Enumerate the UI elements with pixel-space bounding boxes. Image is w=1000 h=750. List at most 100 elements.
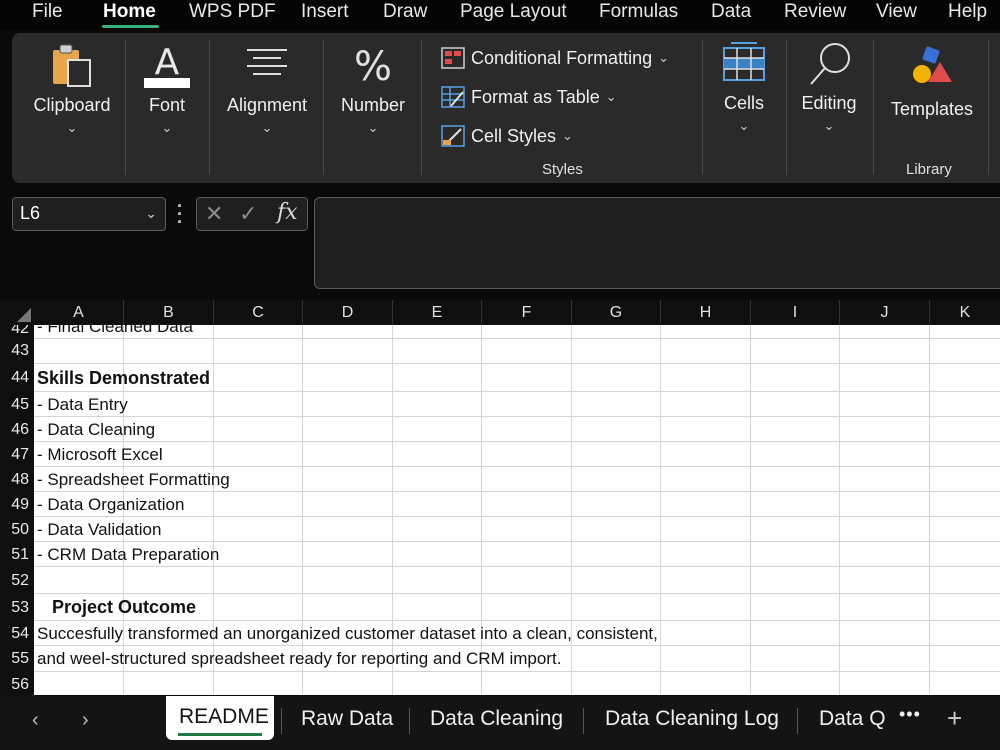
chevron-left-icon[interactable]: ‹ bbox=[32, 709, 39, 732]
row-header[interactable]: 53 bbox=[0, 593, 34, 620]
ribbon-divider bbox=[988, 40, 989, 175]
more-vertical-icon[interactable]: · · · bbox=[177, 197, 183, 231]
name-box[interactable]: L6 ⌄ bbox=[12, 197, 166, 231]
cell-text: - CRM Data Preparation bbox=[37, 545, 220, 564]
row-header[interactable]: 52 bbox=[0, 566, 34, 593]
cell-text: - Microsoft Excel bbox=[37, 445, 163, 464]
cell-styles-button[interactable]: Cell Styles ⌄ bbox=[441, 123, 573, 149]
menu-formulas[interactable]: Formulas bbox=[599, 0, 678, 24]
row-header[interactable]: 48 bbox=[0, 466, 34, 491]
ribbon-divider bbox=[323, 40, 324, 175]
sheet-tab-data-q[interactable]: Data Q bbox=[819, 707, 886, 731]
svg-text:%: % bbox=[354, 44, 392, 90]
align-center-icon bbox=[247, 49, 287, 75]
cell-text: - Data Validation bbox=[37, 520, 162, 539]
chevron-right-icon[interactable]: › bbox=[82, 709, 89, 732]
column-header[interactable]: K bbox=[930, 300, 1000, 325]
cells-label: Cells bbox=[723, 93, 764, 113]
chevron-down-icon[interactable]: ⌄ bbox=[145, 205, 157, 222]
clipboard-icon bbox=[53, 44, 91, 87]
active-menu-indicator bbox=[102, 25, 159, 28]
cell-styles-icon bbox=[441, 125, 465, 147]
ribbon-divider bbox=[786, 40, 787, 175]
column-header[interactable]: I bbox=[751, 300, 840, 325]
library-group-label: Library bbox=[906, 161, 952, 178]
menu-file[interactable]: File bbox=[32, 0, 63, 24]
font-color-icon: A bbox=[144, 42, 190, 88]
sheet-tab-data-cleaning[interactable]: Data Cleaning bbox=[430, 707, 563, 731]
row-header[interactable]: 50 bbox=[0, 516, 34, 541]
editing-button[interactable]: Editing ⌄ bbox=[797, 40, 861, 134]
column-header[interactable]: C bbox=[214, 300, 303, 325]
format-as-table-button[interactable]: Format as Table ⌄ bbox=[441, 84, 617, 110]
row-header[interactable]: 54 bbox=[0, 620, 34, 645]
menu-view[interactable]: View bbox=[876, 0, 917, 24]
chevron-down-icon: ⌄ bbox=[562, 128, 573, 143]
cancel-icon[interactable]: ✕ bbox=[205, 201, 223, 227]
row-header[interactable]: 56 bbox=[0, 671, 34, 696]
alignment-button[interactable]: Alignment ⌄ bbox=[222, 42, 312, 136]
templates-button[interactable]: Templates bbox=[886, 44, 978, 120]
row-header[interactable]: 42 bbox=[0, 325, 34, 338]
menu-insert[interactable]: Insert bbox=[301, 0, 349, 24]
row-header[interactable]: 43 bbox=[0, 338, 34, 363]
ribbon-divider bbox=[125, 40, 126, 175]
font-button[interactable]: A Font ⌄ bbox=[136, 42, 198, 136]
check-icon[interactable]: ✓ bbox=[239, 201, 257, 227]
ribbon-divider bbox=[421, 40, 422, 175]
row-header[interactable]: 45 bbox=[0, 391, 34, 416]
chevron-down-icon: ⌄ bbox=[738, 118, 750, 133]
clipboard-button[interactable]: Clipboard ⌄ bbox=[30, 42, 114, 136]
styles-group-label: Styles bbox=[542, 161, 583, 178]
row-header[interactable]: 46 bbox=[0, 416, 34, 441]
font-label: Font bbox=[148, 95, 186, 115]
menu-help[interactable]: Help bbox=[948, 0, 987, 24]
insert-function-icon[interactable]: fx bbox=[277, 200, 298, 225]
name-box-value: L6 bbox=[20, 203, 41, 223]
select-all-corner[interactable] bbox=[0, 300, 34, 325]
chevron-down-icon: ⌄ bbox=[823, 118, 835, 133]
sheet-tab-label: README bbox=[179, 705, 269, 728]
menu-page-layout[interactable]: Page Layout bbox=[460, 0, 567, 24]
menu-review[interactable]: Review bbox=[784, 0, 846, 24]
formula-input[interactable] bbox=[314, 197, 1000, 289]
conditional-formatting-button[interactable]: Conditional Formatting ⌄ bbox=[441, 45, 669, 71]
row-header[interactable]: 49 bbox=[0, 491, 34, 516]
clipboard-label: Clipboard bbox=[33, 95, 111, 115]
row-header[interactable]: 55 bbox=[0, 645, 34, 671]
more-tabs-icon[interactable]: ••• bbox=[899, 704, 921, 725]
row-header[interactable]: 51 bbox=[0, 541, 34, 566]
ribbon-divider bbox=[873, 40, 874, 175]
cell-text: - Data Cleaning bbox=[37, 420, 156, 439]
ribbon-divider bbox=[702, 40, 703, 175]
chevron-down-icon: ⌄ bbox=[261, 120, 273, 135]
chevron-down-icon: ⌄ bbox=[658, 50, 669, 65]
number-button[interactable]: % Number ⌄ bbox=[336, 42, 410, 136]
menu-home[interactable]: Home bbox=[103, 0, 156, 24]
conditional-formatting-label: Conditional Formatting bbox=[471, 47, 653, 68]
column-header[interactable]: E bbox=[393, 300, 482, 325]
column-header[interactable]: G bbox=[572, 300, 661, 325]
row-header[interactable]: 47 bbox=[0, 441, 34, 466]
cells-button[interactable]: Cells ⌄ bbox=[714, 40, 774, 134]
row-header[interactable]: 44 bbox=[0, 363, 34, 391]
sheet-tab-readme[interactable]: README bbox=[166, 696, 274, 740]
sheet-tab-bar: ‹ › README Raw Data Data Cleaning Data C… bbox=[0, 696, 1000, 750]
format-as-table-label: Format as Table bbox=[471, 86, 600, 107]
cell-text: and weel-structured spreadsheet ready fo… bbox=[37, 649, 562, 668]
menu-data[interactable]: Data bbox=[711, 0, 751, 24]
sheet-tab-raw-data[interactable]: Raw Data bbox=[301, 707, 393, 731]
column-header[interactable]: H bbox=[661, 300, 751, 325]
sheet-tab-data-cleaning-log[interactable]: Data Cleaning Log bbox=[605, 707, 779, 731]
add-sheet-icon[interactable]: + bbox=[947, 703, 962, 734]
column-header[interactable]: F bbox=[482, 300, 572, 325]
column-header[interactable]: J bbox=[840, 300, 930, 325]
menu-draw[interactable]: Draw bbox=[383, 0, 427, 24]
svg-text:A: A bbox=[155, 42, 180, 83]
format-as-table-icon bbox=[441, 86, 465, 108]
section-heading: Project Outcome bbox=[37, 597, 197, 617]
number-label: Number bbox=[340, 95, 406, 115]
menu-bar: File Home WPS PDF Insert Draw Page Layou… bbox=[0, 0, 1000, 30]
column-header[interactable]: D bbox=[303, 300, 393, 325]
menu-wps-pdf[interactable]: WPS PDF bbox=[189, 0, 276, 24]
